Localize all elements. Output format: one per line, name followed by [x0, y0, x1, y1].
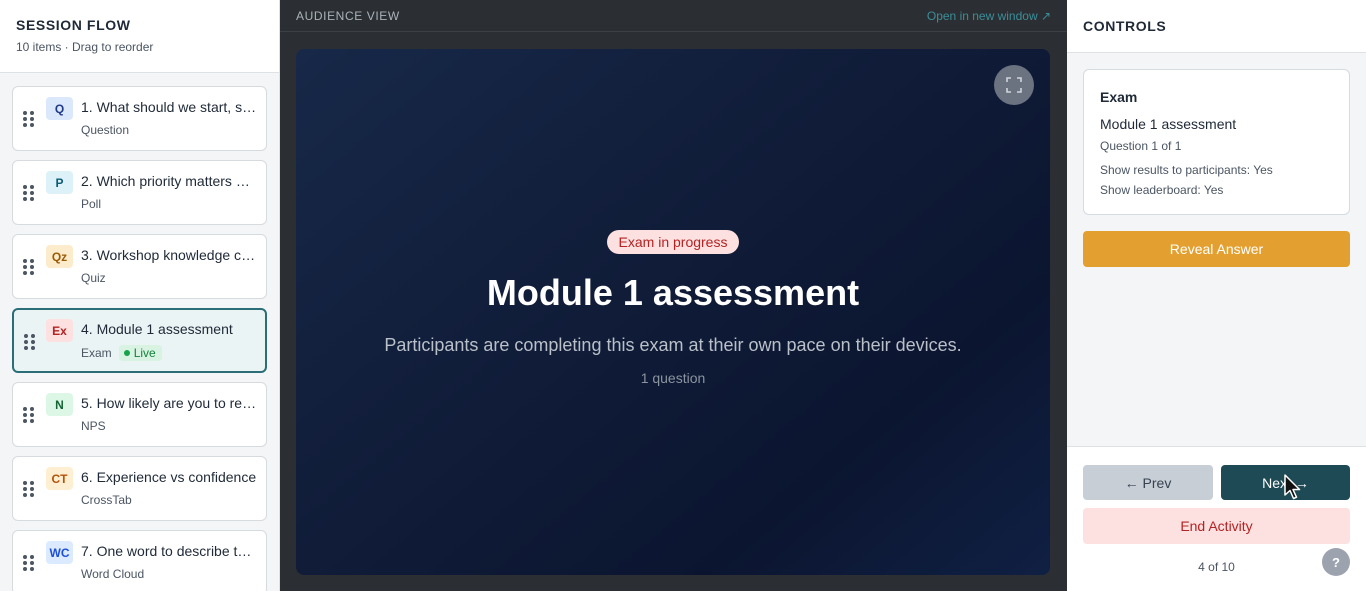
item-title: 7. One word to describe today [81, 543, 257, 559]
item-type-text: Question [81, 123, 130, 137]
end-activity-button[interactable]: End Activity [1083, 508, 1350, 544]
show-leaderboard-setting: Show leaderboard: Yes [1100, 183, 1224, 197]
activity-name: Module 1 assessment [1100, 116, 1237, 132]
controls-footer: ← Prev Next → End Activity 4 of 10 ? [1067, 446, 1366, 591]
controls-title: CONTROLS [1083, 18, 1167, 34]
question-count: 1 question [640, 370, 706, 386]
item-type-label: Question [81, 123, 129, 137]
prev-button[interactable]: ← Prev [1083, 465, 1213, 500]
item-type-label: Poll [81, 197, 101, 211]
reveal-answer-button[interactable]: Reveal Answer [1083, 231, 1350, 267]
drag-handle-icon[interactable] [23, 481, 35, 497]
activity-info-card: Exam Module 1 assessment Question 1 of 1… [1083, 69, 1350, 215]
item-title: 3. Workshop knowledge check [81, 247, 257, 263]
item-type-label: NPS [81, 419, 106, 433]
help-icon[interactable]: ? [1322, 548, 1350, 576]
drag-handle-icon[interactable] [23, 407, 35, 423]
session-item-5[interactable]: N 5. How likely are you to recommend? NP… [12, 382, 267, 447]
next-button[interactable]: Next → [1221, 465, 1350, 500]
controls-header: CONTROLS [1067, 0, 1366, 53]
session-flow-sidebar: SESSION FLOW 10 items · Drag to reorder … [0, 0, 280, 591]
fullscreen-icon [1006, 77, 1022, 93]
session-item-1[interactable]: Q 1. What should we start, stop, continu… [12, 86, 267, 151]
item-title: 1. What should we start, stop, continue? [81, 99, 257, 115]
sidebar-title: SESSION FLOW [16, 17, 131, 33]
audience-view-label: AUDIENCE VIEW [296, 8, 400, 23]
drag-handle-icon[interactable] [23, 555, 35, 571]
controls-panel: CONTROLS Exam Module 1 assessment Questi… [1067, 0, 1366, 591]
item-type-badge: WC [46, 541, 73, 564]
item-title: 6. Experience vs confidence [81, 469, 257, 485]
stage-title: Module 1 assessment [486, 272, 860, 313]
drag-handle-icon[interactable] [23, 111, 35, 127]
session-item-6[interactable]: CT 6. Experience vs confidence CrossTab [12, 456, 267, 521]
item-title: 5. How likely are you to recommend? [81, 395, 257, 411]
audience-view-bar: AUDIENCE VIEW Open in new window ↗ [280, 0, 1067, 32]
live-dot-icon [123, 350, 130, 356]
item-title: 2. Which priority matters most? [81, 173, 257, 189]
item-type-badge: N [46, 393, 73, 416]
item-type-text: Quiz [81, 271, 106, 285]
item-type-label: CrossTab [81, 493, 132, 507]
item-title: 4. Module 1 assessment [81, 321, 233, 337]
session-item-3[interactable]: Qz 3. Workshop knowledge check Quiz [12, 234, 267, 299]
session-item-4-active[interactable]: Ex 4. Module 1 assessment Exam Live [12, 308, 267, 373]
open-new-window-link[interactable]: Open in new window ↗ [927, 9, 1051, 23]
session-item-7[interactable]: WC 7. One word to describe today Word Cl… [12, 530, 267, 591]
item-type-text: CrossTab [81, 493, 132, 507]
session-item-list: Q 1. What should we start, stop, continu… [12, 86, 267, 591]
item-type-badge: CT [46, 467, 73, 490]
item-type-label: Word Cloud [81, 567, 144, 581]
activity-type: Exam [1100, 89, 1138, 105]
live-status-text: Live [133, 346, 156, 360]
item-type-badge: P [46, 171, 73, 194]
item-type-badge: Qz [46, 245, 73, 268]
fullscreen-button[interactable] [994, 65, 1034, 105]
stage-description: Participants are completing this exam at… [384, 335, 962, 355]
item-type-badge: Ex [46, 319, 73, 342]
item-type-label: Quiz [81, 271, 106, 285]
drag-handle-icon[interactable] [23, 259, 35, 275]
item-type-text: NPS [81, 419, 106, 433]
item-type-text: Poll [81, 197, 102, 211]
item-type-text: Word Cloud [81, 567, 145, 581]
session-item-2[interactable]: P 2. Which priority matters most? Poll [12, 160, 267, 225]
audience-stage: Exam in progress Module 1 assessment Par… [296, 49, 1050, 575]
item-type-badge: Q [46, 97, 73, 120]
live-status-badge: Live [118, 345, 162, 361]
sidebar-subtitle: 10 items · Drag to reorder [16, 40, 154, 54]
item-type-text: Exam [81, 346, 112, 360]
sidebar-header: SESSION FLOW 10 items · Drag to reorder [0, 0, 279, 73]
item-type-label: Exam Live [81, 345, 162, 361]
exam-status-pill: Exam in progress [606, 230, 740, 254]
question-progress: Question 1 of 1 [1100, 139, 1182, 153]
audience-view-panel: AUDIENCE VIEW Open in new window ↗ Exam … [280, 0, 1067, 591]
show-results-setting: Show results to participants: Yes [1100, 163, 1273, 177]
drag-handle-icon[interactable] [23, 185, 35, 201]
drag-handle-icon[interactable] [24, 334, 36, 350]
